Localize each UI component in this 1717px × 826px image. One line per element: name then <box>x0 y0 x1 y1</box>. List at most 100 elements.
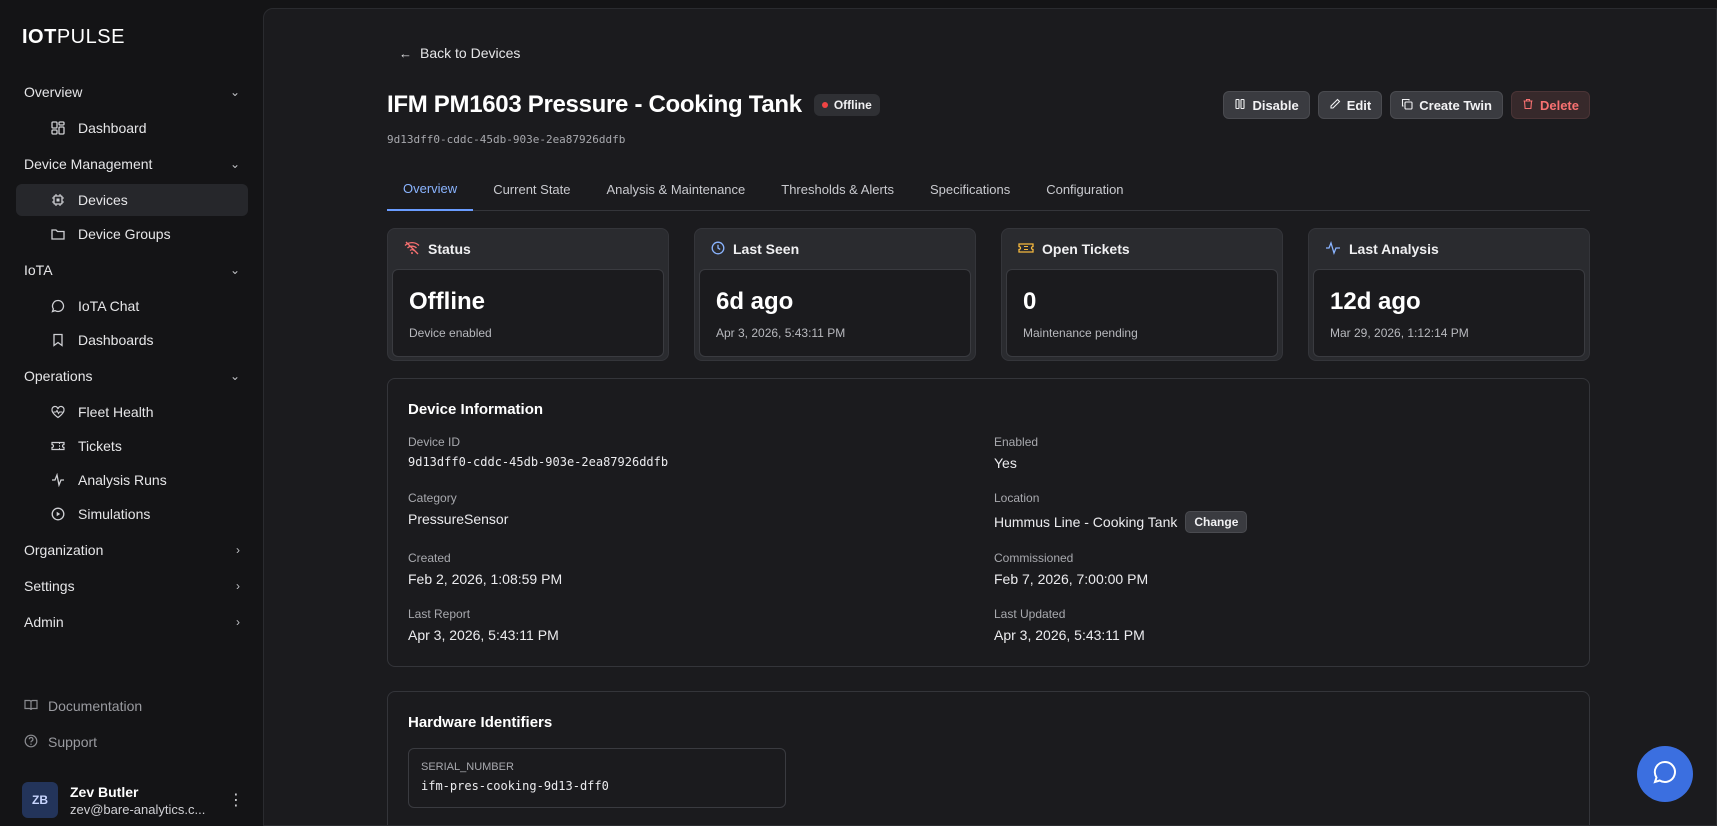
user-email: zev@bare-analytics.c... <box>70 801 206 817</box>
card-header: Open Tickets <box>1002 229 1282 269</box>
brand-logo[interactable]: IOTPULSE <box>22 26 125 49</box>
hardware-value: ifm-pres-cooking-9d13-dff0 <box>421 779 609 793</box>
chevron-right-icon: › <box>236 615 240 629</box>
tab-configuration[interactable]: Configuration <box>1030 167 1139 211</box>
card-header: Status <box>388 229 668 269</box>
panel-title: Device Information <box>408 401 544 418</box>
sidebar-item-iota-chat[interactable]: IoTA Chat <box>16 290 248 322</box>
sidebar-nav: Overview ⌄ Dashboard Device Management ⌄ D… <box>16 74 248 640</box>
status-dot-icon <box>821 102 828 108</box>
create-twin-button[interactable]: Create Twin <box>1390 91 1503 119</box>
status-badge: Offline <box>813 94 880 116</box>
play-circle-icon <box>48 507 68 521</box>
chevron-down-icon: ⌄ <box>229 263 240 277</box>
device-information-panel: Device Information Device ID 9d13dff0-cd… <box>387 378 1590 667</box>
card-header: Last Seen <box>695 229 975 269</box>
field-value: PressureSensor <box>408 511 509 527</box>
tab-current-state[interactable]: Current State <box>477 167 586 211</box>
bookmark-icon <box>48 333 68 347</box>
field-label: Last Report <box>408 607 471 621</box>
device-id-field: Device ID 9d13dff0-cddc-45db-903e-2ea879… <box>408 435 668 469</box>
more-vertical-icon[interactable]: ⋮ <box>228 790 244 810</box>
nav-section-settings[interactable]: Settings › <box>16 568 248 604</box>
field-value: Apr 3, 2026, 5:43:11 PM <box>408 627 559 643</box>
nav-section-iota[interactable]: IoTA ⌄ <box>16 252 248 288</box>
field-value: Yes <box>994 455 1017 471</box>
card-subtext: Maintenance pending <box>1023 326 1138 340</box>
tab-overview[interactable]: Overview <box>387 167 474 211</box>
card-value: Offline <box>409 288 485 315</box>
user-profile[interactable]: ZB Zev Butler zev@bare-analytics.c... ⋮ <box>22 782 244 818</box>
nav-section-label: Device Management <box>24 156 153 172</box>
title-row: IFM PM1603 Pressure - Cooking Tank Offli… <box>387 87 1590 123</box>
hardware-key: SERIAL_NUMBER <box>421 761 514 773</box>
sidebar-item-devices[interactable]: Devices <box>16 184 248 216</box>
ticket-icon <box>1018 241 1034 258</box>
disable-label: Disable <box>1252 97 1299 113</box>
hardware-identifiers-panel: Hardware Identifiers SERIAL_NUMBER ifm-p… <box>387 691 1590 825</box>
tab-analysis-maintenance[interactable]: Analysis & Maintenance <box>591 167 762 211</box>
sidebar-item-analysis-runs[interactable]: Analysis Runs <box>16 464 248 496</box>
card-title: Last Analysis <box>1349 241 1439 257</box>
sidebar-item-label: Tickets <box>78 438 122 454</box>
disable-button[interactable]: Disable <box>1223 91 1310 119</box>
back-to-devices-link[interactable]: ← Back to Devices <box>399 45 520 61</box>
sidebar-item-label: Fleet Health <box>78 404 154 420</box>
documentation-link[interactable]: Documentation <box>24 688 142 724</box>
brand-logo-part2: PULSE <box>56 26 125 48</box>
created-field: Created Feb 2, 2026, 1:08:59 PM <box>408 551 562 587</box>
sidebar-item-fleet-health[interactable]: Fleet Health <box>16 396 248 428</box>
chevron-right-icon: › <box>236 579 240 593</box>
chevron-right-icon: › <box>236 543 240 557</box>
sidebar-item-simulations[interactable]: Simulations <box>16 498 248 530</box>
chevron-down-icon: ⌄ <box>229 85 240 99</box>
field-label: Last Updated <box>994 607 1066 621</box>
edit-button[interactable]: Edit <box>1317 91 1383 119</box>
open-tickets-card: Open Tickets 0 Maintenance pending <box>1001 228 1283 361</box>
field-label: Commissioned <box>994 551 1074 565</box>
page-title: IFM PM1603 Pressure - Cooking Tank <box>387 91 802 118</box>
nav-section-label: Settings <box>24 578 75 594</box>
sidebar-item-label: Device Groups <box>78 226 171 242</box>
user-text: Zev Butler zev@bare-analytics.c... <box>70 784 220 817</box>
tab-specifications[interactable]: Specifications <box>914 167 1026 211</box>
sidebar: IOTPULSE Overview ⌄ Dashboard Device Mana… <box>0 0 263 826</box>
avatar: ZB <box>22 782 58 818</box>
nav-section-label: IoTA <box>24 262 53 278</box>
nav-section-overview[interactable]: Overview ⌄ <box>16 74 248 110</box>
chat-fab-button[interactable] <box>1637 746 1693 802</box>
nav-section-operations[interactable]: Operations ⌄ <box>16 358 248 394</box>
sidebar-item-label: Dashboards <box>78 332 154 348</box>
trash-icon <box>1522 98 1534 113</box>
panel-title: Hardware Identifiers <box>408 714 553 731</box>
sidebar-item-dashboards[interactable]: Dashboards <box>16 324 248 356</box>
nav-section-admin[interactable]: Admin › <box>16 604 248 640</box>
field-label: Location <box>994 491 1040 505</box>
sidebar-item-device-groups[interactable]: Device Groups <box>16 218 248 250</box>
field-label: Category <box>408 491 457 505</box>
sidebar-item-label: Devices <box>78 192 128 208</box>
help-circle-icon <box>24 734 44 751</box>
field-value: 9d13dff0-cddc-45db-903e-2ea87926ddfb <box>408 455 669 469</box>
nav-section-label: Operations <box>24 368 93 384</box>
nav-section-organization[interactable]: Organization › <box>16 532 248 568</box>
support-link[interactable]: Support <box>24 724 142 760</box>
nav-section-device-management[interactable]: Device Management ⌄ <box>16 146 248 182</box>
field-value: Feb 7, 2026, 7:00:00 PM <box>994 571 1149 587</box>
change-location-button[interactable]: Change <box>1185 511 1248 533</box>
main-panel: ← Back to Devices IFM PM1603 Pressure - C… <box>263 8 1717 826</box>
tab-thresholds-alerts[interactable]: Thresholds & Alerts <box>765 167 910 211</box>
last-analysis-card: Last Analysis 12d ago Mar 29, 2026, 1:12… <box>1308 228 1590 361</box>
pause-icon <box>1234 98 1246 113</box>
delete-label: Delete <box>1539 97 1579 113</box>
card-subtext: Device enabled <box>409 326 492 340</box>
sidebar-item-tickets[interactable]: Tickets <box>16 430 248 462</box>
sidebar-item-dashboard[interactable]: Dashboard <box>16 112 248 144</box>
sidebar-footer-links: Documentation Support <box>24 688 142 760</box>
dashboard-icon <box>48 121 68 135</box>
nav-section-label: Overview <box>24 84 83 100</box>
tab-bar: Overview Current State Analysis & Mainte… <box>387 167 1590 211</box>
delete-button[interactable]: Delete <box>1510 91 1590 119</box>
card-subtext: Mar 29, 2026, 1:12:14 PM <box>1330 326 1469 340</box>
field-label: Created <box>408 551 451 565</box>
